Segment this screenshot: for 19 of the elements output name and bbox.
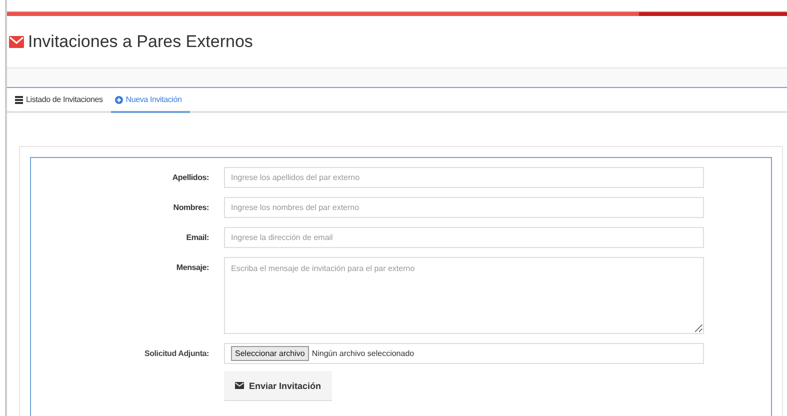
input-field[interactable]: Ingrese la dirección de email: [224, 227, 704, 248]
file-status: Ningún archivo seleccionado: [312, 349, 414, 358]
field-label: Apellidos:: [171, 173, 210, 182]
list-icon: [15, 96, 23, 104]
envelope-icon: [235, 382, 244, 389]
tab[interactable]: Listado de Invitaciones: [11, 88, 111, 111]
input-field[interactable]: Ingrese los apellidos del par externo: [224, 167, 704, 188]
field-label: Solicitud Adjunta:: [143, 349, 210, 358]
send-button[interactable]: Enviar Invitación: [224, 371, 332, 401]
envelope-icon: [9, 36, 24, 48]
message-field[interactable]: Escriba el mensaje de invitación para el par externo: [224, 257, 704, 334]
field-label: Mensaje:: [175, 262, 210, 272]
tab[interactable]: Nueva Invitación: [110, 88, 190, 113]
input-field[interactable]: Ingrese los nombres del par externo: [224, 197, 704, 218]
field-label: Nombres:: [172, 203, 210, 212]
page-title: Invitaciones a Pares Externos: [28, 32, 253, 52]
choose-file-button[interactable]: Seleccionar archivo: [231, 346, 309, 361]
field-label: Email:: [185, 233, 210, 242]
plus-icon: [114, 96, 123, 104]
